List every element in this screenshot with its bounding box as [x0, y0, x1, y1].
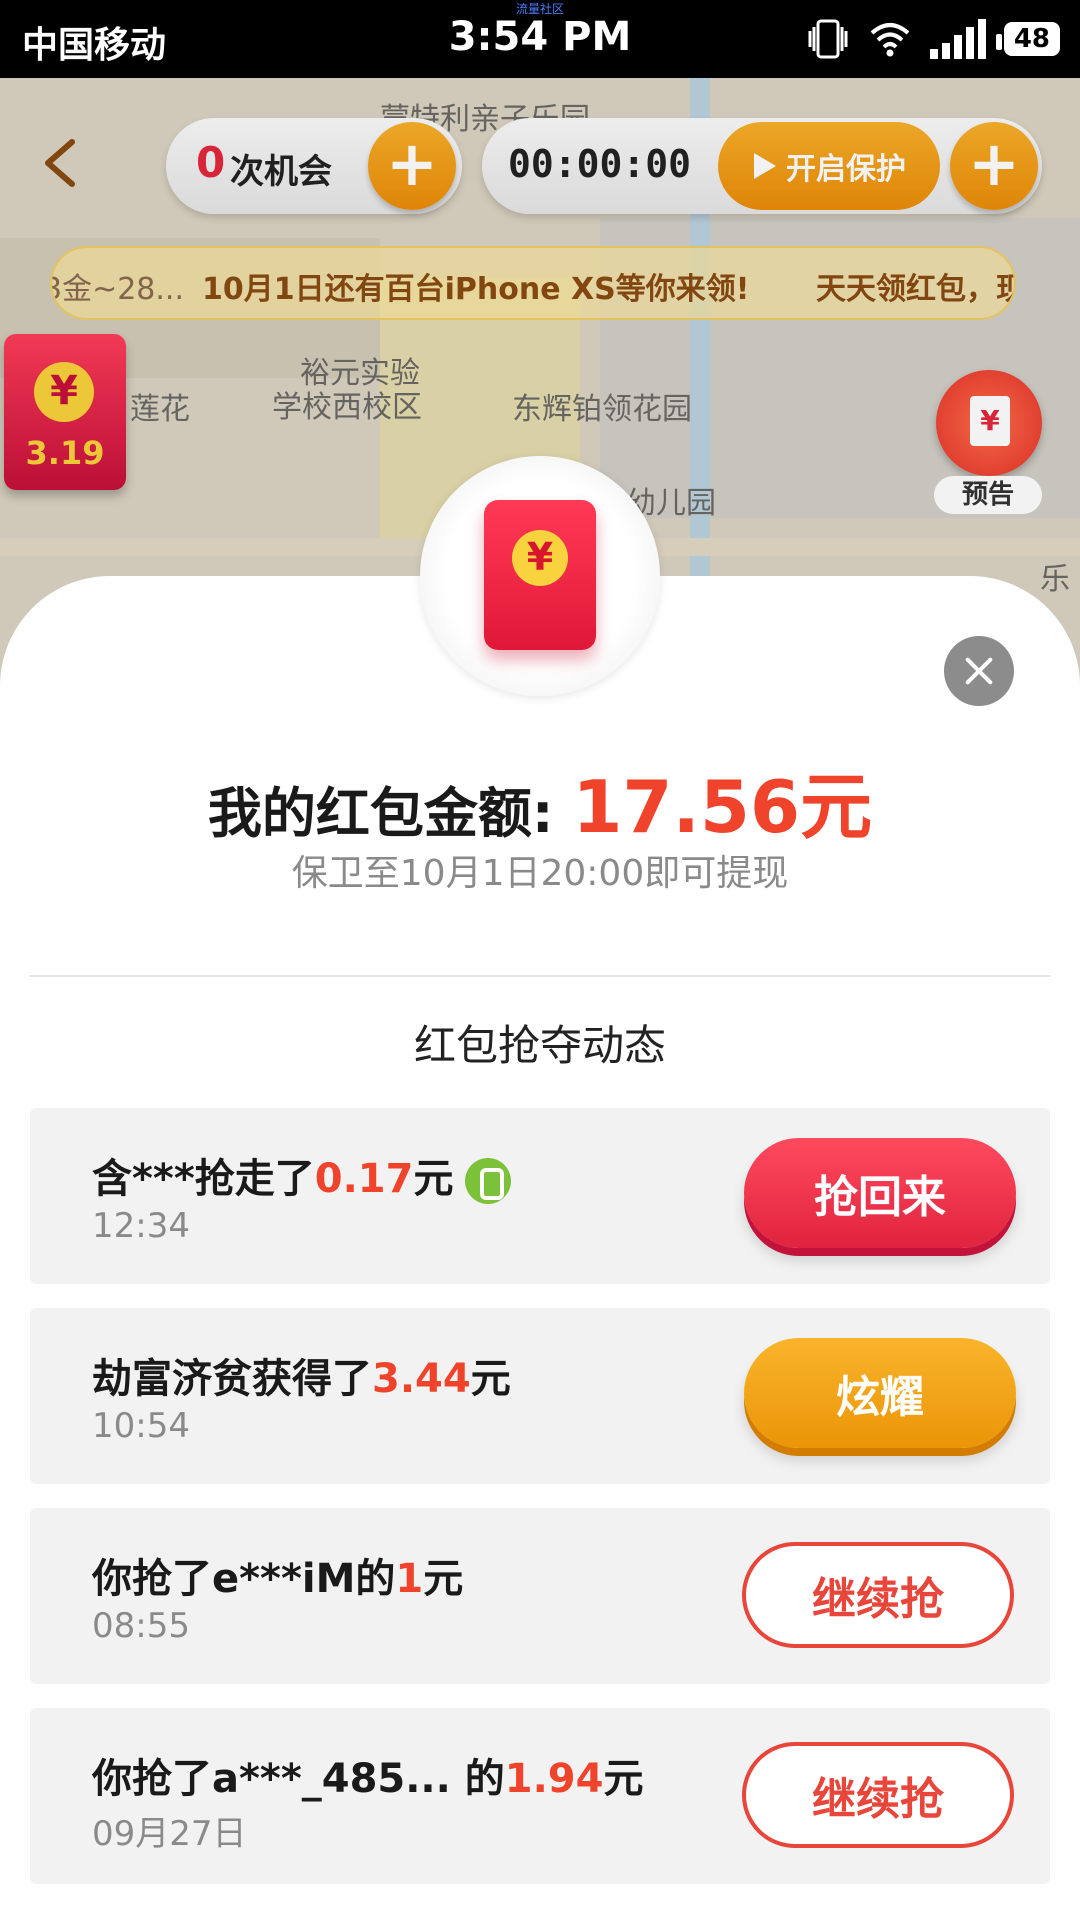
- feed-unit: 元: [603, 1756, 644, 1802]
- wifi-icon: [870, 23, 910, 57]
- battery-indicator: 48: [995, 22, 1060, 56]
- amount-line: 我的红包金额: 17.56元: [0, 748, 1080, 853]
- section-title: 红包抢夺动态: [413, 1021, 666, 1070]
- grab-back-button[interactable]: 抢回来: [744, 1138, 1016, 1248]
- envelope-badge: ¥: [420, 456, 660, 696]
- feed-prefix: 你抢了a***_485... 的: [92, 1756, 505, 1802]
- feed-amount: 1: [395, 1556, 424, 1602]
- feed-unit: 元: [413, 1156, 454, 1202]
- feed-item: 含***抢走了0.17元 12:34 抢回来: [30, 1108, 1050, 1284]
- feed-time: 09月27日: [92, 1814, 247, 1854]
- divider: [30, 975, 1050, 977]
- feed-item: 你抢了a***_485... 的1.94元 09月27日 继续抢: [30, 1708, 1050, 1884]
- feed-prefix: 你抢了e***iM的: [92, 1556, 396, 1602]
- feed-unit: 元: [470, 1356, 511, 1402]
- feed-amount: 1.94: [504, 1756, 604, 1802]
- status-icons: 48: [806, 16, 1060, 62]
- withdraw-hint: 保卫至10月1日20:00即可提现: [291, 853, 789, 894]
- hand-icon: [465, 1158, 512, 1204]
- feed-prefix: 含***抢走了: [92, 1156, 315, 1202]
- feed-text: 你抢了e***iM的1元: [92, 1546, 463, 1604]
- feed-amount: 3.44: [372, 1356, 471, 1402]
- keep-grabbing-button[interactable]: 继续抢: [742, 1542, 1014, 1648]
- feed-prefix: 劫富济贫获得了: [92, 1356, 372, 1402]
- feed-text: 你抢了a***_485... 的1.94元: [92, 1746, 643, 1804]
- feed-time: 12:34: [92, 1206, 190, 1246]
- feed-amount: 0.17: [314, 1156, 414, 1202]
- status-bar: 中国移动 流量社区 3:54 PM 48: [0, 0, 1080, 78]
- feed-text: 含***抢走了0.17元: [92, 1146, 512, 1204]
- close-icon[interactable]: [944, 636, 1014, 706]
- amount-value: 17.56元: [572, 765, 873, 849]
- signal-icon: [929, 19, 986, 59]
- feed-item: 你抢了e***iM的1元 08:55 继续抢: [30, 1508, 1050, 1684]
- feed-unit: 元: [423, 1556, 464, 1602]
- red-envelope-icon: ¥: [484, 500, 596, 650]
- keep-grabbing-button[interactable]: 继续抢: [742, 1742, 1014, 1848]
- vibrate-icon: [808, 19, 848, 59]
- yuan-coin-icon: ¥: [512, 530, 568, 586]
- feed-item: 劫富济贫获得了3.44元 10:54 炫耀: [30, 1308, 1050, 1484]
- amount-label: 我的红包金额:: [207, 782, 573, 845]
- feed-time: 10:54: [92, 1406, 190, 1446]
- show-off-button[interactable]: 炫耀: [744, 1338, 1016, 1448]
- feed-text: 劫富济贫获得了3.44元: [92, 1346, 511, 1404]
- feed-time: 08:55: [92, 1606, 190, 1646]
